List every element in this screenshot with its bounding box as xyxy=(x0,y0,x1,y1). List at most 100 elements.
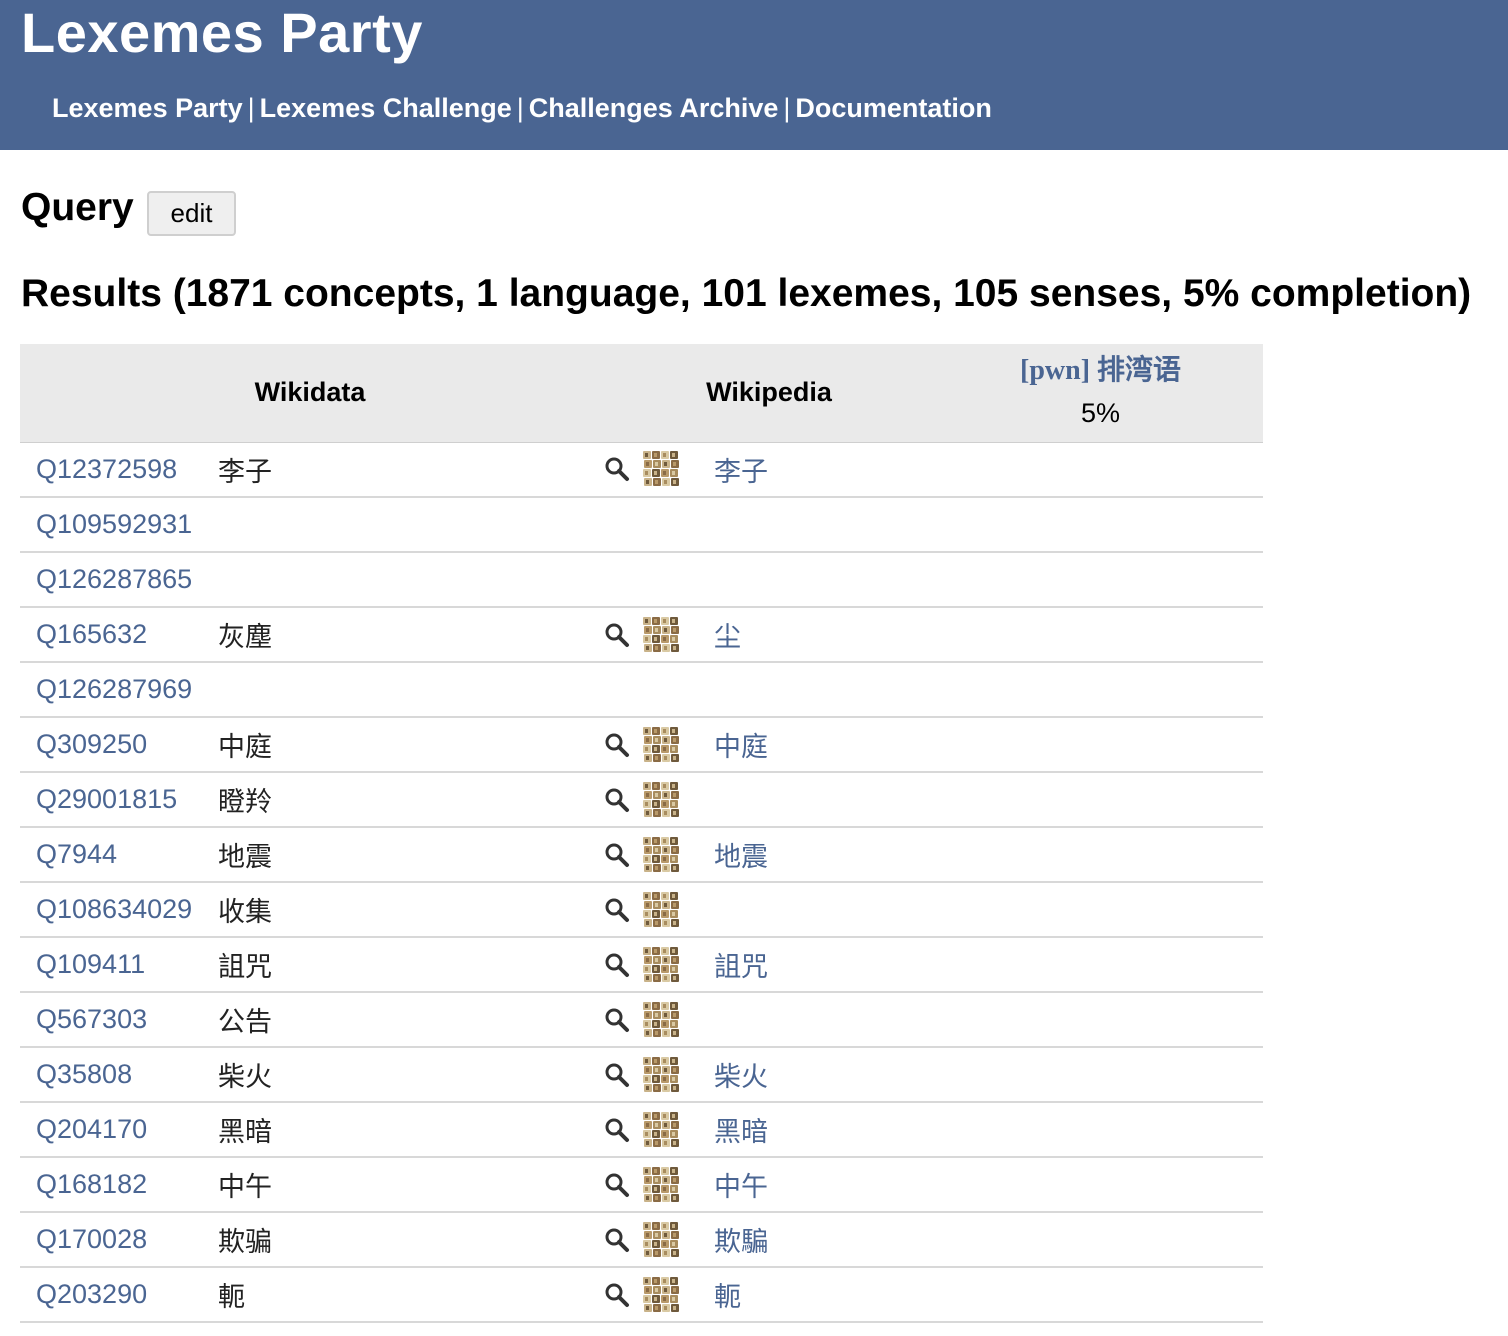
ordia-tiles-icon[interactable] xyxy=(642,1221,680,1258)
nav-separator: | xyxy=(247,93,255,123)
wikidata-qid-link[interactable]: Q126287969 xyxy=(20,662,214,717)
tool-icons-cell xyxy=(600,497,712,552)
wikidata-qid-link[interactable]: Q108634029 xyxy=(20,882,214,937)
ordia-tiles-icon[interactable] xyxy=(642,946,680,983)
wikipedia-link[interactable]: 尘 xyxy=(712,607,938,662)
search-icon[interactable] xyxy=(604,1282,630,1308)
wikidata-qid-link[interactable]: Q7944 xyxy=(20,827,214,882)
language-cell xyxy=(938,772,1263,827)
language-cell xyxy=(938,992,1263,1047)
wikipedia-link xyxy=(712,552,938,607)
language-cell xyxy=(938,442,1263,497)
wikidata-qid-link[interactable]: Q35808 xyxy=(20,1047,214,1102)
wikidata-qid-link[interactable]: Q203290 xyxy=(20,1267,214,1322)
table-row: Q203290 軛軛 xyxy=(20,1267,1264,1322)
tool-icons-cell xyxy=(600,772,712,827)
language-cell xyxy=(938,607,1263,662)
column-header-wikipedia: Wikipedia xyxy=(600,344,939,443)
wikidata-qid-link[interactable]: Q309250 xyxy=(20,717,214,772)
ordia-tiles-icon[interactable] xyxy=(642,1276,680,1313)
wikidata-qid-link[interactable]: Q109411 xyxy=(20,937,214,992)
search-icon[interactable] xyxy=(604,897,630,923)
wikidata-qid-link[interactable]: Q12372598 xyxy=(20,442,214,497)
wikidata-label xyxy=(214,497,600,552)
ordia-tiles-icon[interactable] xyxy=(642,781,680,818)
wikidata-qid-link[interactable]: Q109592931 xyxy=(20,497,214,552)
search-icon[interactable] xyxy=(604,952,630,978)
wikidata-qid-link[interactable]: Q168182 xyxy=(20,1157,214,1212)
wikipedia-link[interactable]: 詛咒 xyxy=(712,937,938,992)
wikidata-qid-link[interactable]: Q126287865 xyxy=(20,552,214,607)
wikipedia-link xyxy=(712,992,938,1047)
table-row: Q170028 欺骗 欺騙 xyxy=(20,1212,1264,1267)
nav-lexemes-party[interactable]: Lexemes Party xyxy=(52,93,243,123)
table-row: Q168182 中午 中午 xyxy=(20,1157,1264,1212)
search-icon[interactable] xyxy=(604,732,630,758)
ordia-tiles-icon[interactable] xyxy=(642,1001,680,1038)
wikipedia-link[interactable]: 軛 xyxy=(712,1267,938,1322)
wikipedia-link[interactable]: 欺騙 xyxy=(712,1212,938,1267)
search-icon[interactable] xyxy=(604,622,630,648)
ordia-tiles-icon[interactable] xyxy=(642,616,680,653)
nav-challenges-archive[interactable]: Challenges Archive xyxy=(529,93,779,123)
search-icon[interactable] xyxy=(604,1117,630,1143)
wikidata-label: 中庭 xyxy=(218,732,272,763)
results-heading: Results (1871 concepts, 1 language, 101 … xyxy=(21,272,1472,315)
table-row: Q109411 詛咒 詛咒 xyxy=(20,937,1264,992)
wikidata-label: 地震 xyxy=(218,842,272,873)
wikidata-qid-link[interactable]: Q165632 xyxy=(20,607,214,662)
wikipedia-link[interactable]: 黑暗 xyxy=(712,1102,938,1157)
language-completion: 5% xyxy=(1081,397,1121,428)
table-row: Q309250 中庭 中庭 xyxy=(20,717,1264,772)
wikidata-qid-link[interactable]: Q29001815 xyxy=(20,772,214,827)
tool-icons-cell xyxy=(600,937,712,992)
tool-icons-cell xyxy=(600,992,712,1047)
search-icon[interactable] xyxy=(604,787,630,813)
language-cell xyxy=(938,1267,1263,1322)
search-icon[interactable] xyxy=(604,1172,630,1198)
ordia-tiles-icon[interactable] xyxy=(642,891,680,928)
search-icon[interactable] xyxy=(604,1062,630,1088)
tool-icons-cell xyxy=(600,662,712,717)
table-row: Q126287865 xyxy=(20,552,1264,607)
tool-icons-cell xyxy=(600,1047,712,1102)
wikidata-label: 柴火 xyxy=(218,1062,272,1093)
nav-lexemes-challenge[interactable]: Lexemes Challenge xyxy=(260,93,512,123)
ordia-tiles-icon[interactable] xyxy=(642,1166,680,1203)
wikipedia-link[interactable]: 柴火 xyxy=(712,1047,938,1102)
ordia-tiles-icon[interactable] xyxy=(642,451,680,487)
tool-icons-cell xyxy=(600,1212,712,1267)
wikipedia-link[interactable]: 中午 xyxy=(712,1157,938,1212)
language-cell xyxy=(938,1157,1263,1212)
wikipedia-link[interactable]: 李子 xyxy=(712,442,938,497)
search-icon[interactable] xyxy=(604,842,630,868)
results-table: Wikidata Wikipedia [pwn] 排湾语 5% Q1237259… xyxy=(20,344,1264,1323)
tool-icons-cell xyxy=(600,552,712,607)
ordia-tiles-icon[interactable] xyxy=(642,1056,680,1093)
wikidata-qid-link[interactable]: Q204170 xyxy=(20,1102,214,1157)
wikipedia-link xyxy=(712,772,938,827)
ordia-tiles-icon[interactable] xyxy=(642,836,680,873)
wikidata-qid-link[interactable]: Q567303 xyxy=(20,992,214,1047)
wikidata-qid-link[interactable]: Q170028 xyxy=(20,1212,214,1267)
ordia-tiles-icon[interactable] xyxy=(642,726,680,763)
tool-icons-cell xyxy=(600,442,712,497)
wikidata-label: 灰塵 xyxy=(218,622,272,653)
language-link[interactable]: [pwn] 排湾语 xyxy=(938,353,1263,389)
wikipedia-link[interactable]: 中庭 xyxy=(712,717,938,772)
wikidata-label: 李子 xyxy=(218,456,272,488)
nav-documentation[interactable]: Documentation xyxy=(795,93,992,123)
search-icon[interactable] xyxy=(604,1007,630,1033)
tool-icons-cell xyxy=(600,1102,712,1157)
wikipedia-link xyxy=(712,497,938,552)
edit-query-button[interactable]: edit xyxy=(147,191,236,236)
wikipedia-link[interactable]: 地震 xyxy=(712,827,938,882)
table-row: Q165632 灰塵 尘 xyxy=(20,607,1264,662)
ordia-tiles-icon[interactable] xyxy=(642,1111,680,1148)
table-row: Q126287969 xyxy=(20,662,1264,717)
table-row: Q109592931 xyxy=(20,497,1264,552)
language-cell xyxy=(938,882,1263,937)
search-icon[interactable] xyxy=(604,456,630,482)
table-row: Q12372598 李子 李子 xyxy=(20,442,1264,497)
search-icon[interactable] xyxy=(604,1227,630,1253)
